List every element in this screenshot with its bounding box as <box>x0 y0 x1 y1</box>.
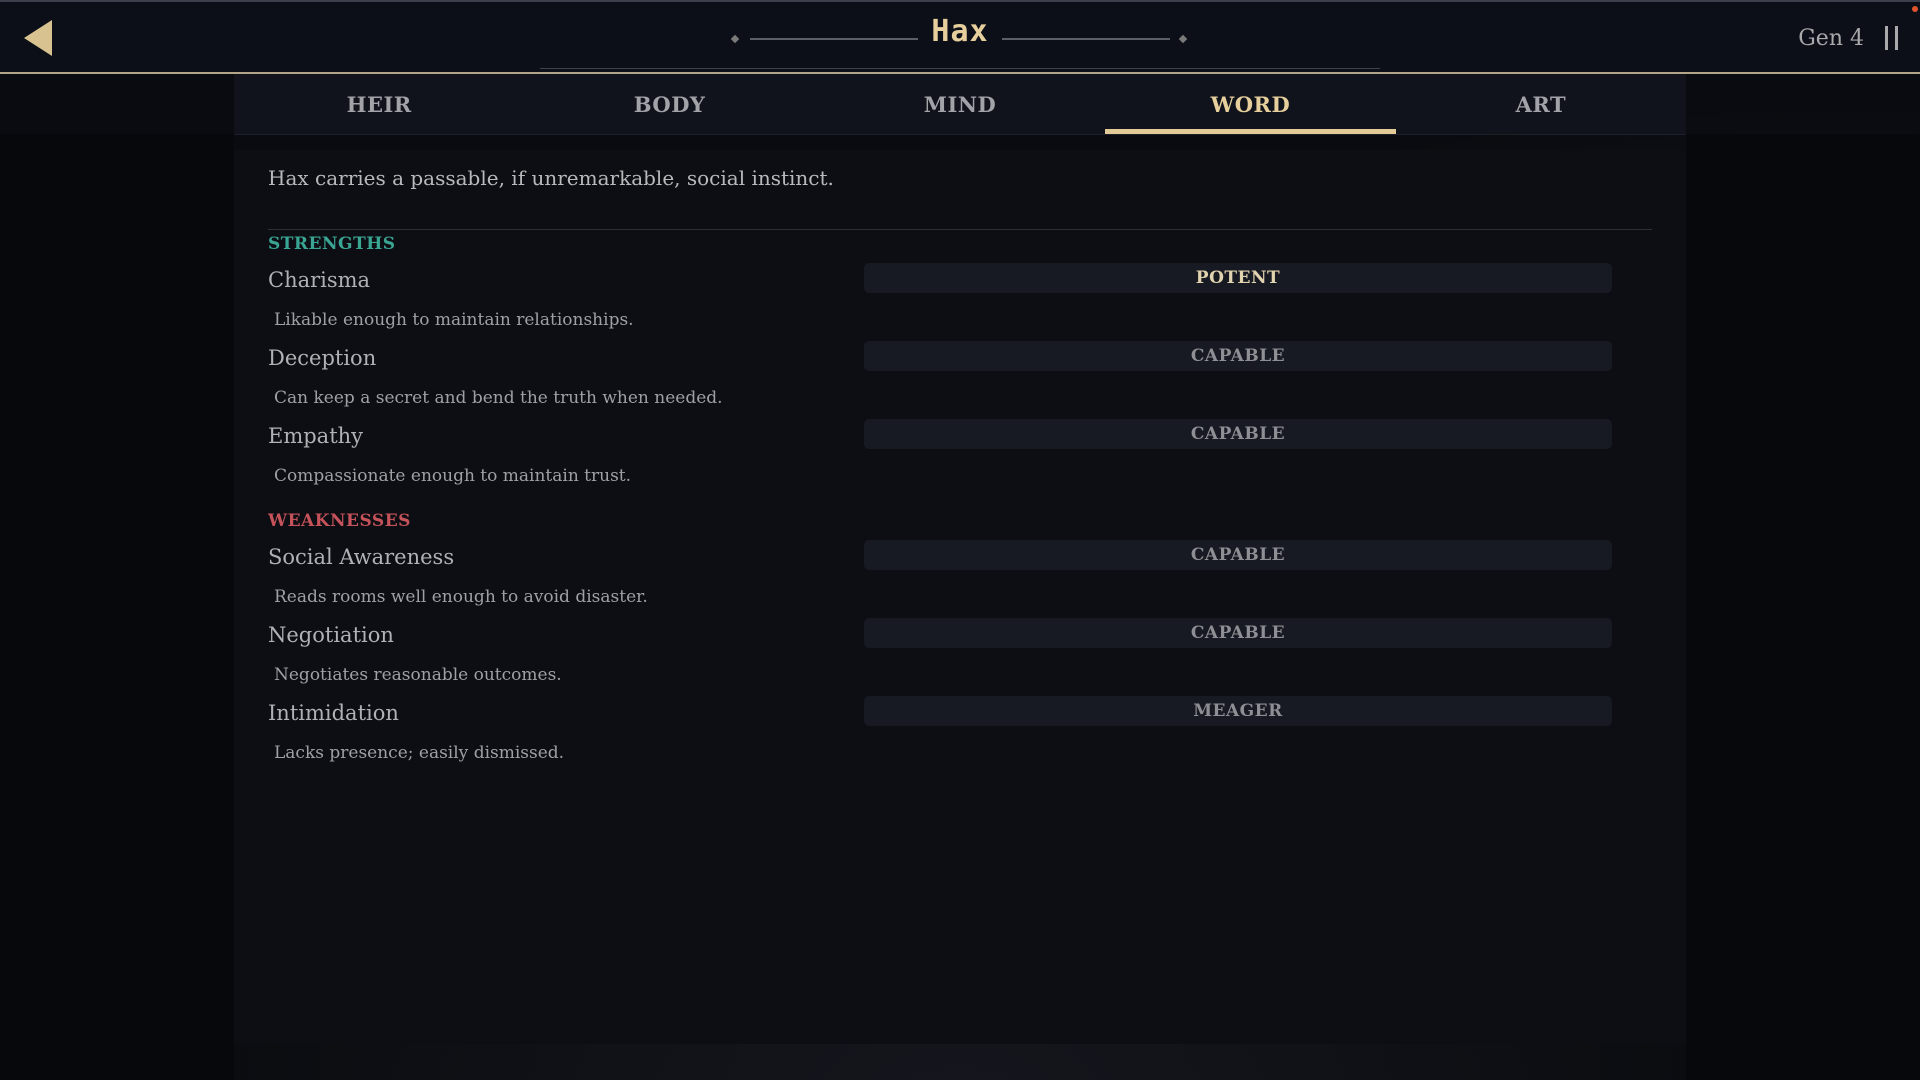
trait-description: Likable enough to maintain relationships… <box>274 310 634 330</box>
summary-text: Hax carries a passable, if unremarkable,… <box>268 166 834 190</box>
trait-rating-badge: CAPABLE <box>864 341 1612 371</box>
notification-dot <box>1912 6 1918 12</box>
divider <box>268 229 1652 230</box>
trait-name: Negotiation <box>268 623 394 647</box>
tab-heir[interactable]: HEIR <box>234 74 524 134</box>
title-underline <box>540 68 1380 69</box>
word-panel: Hax carries a passable, if unremarkable,… <box>234 150 1686 1044</box>
trait-description: Negotiates reasonable outcomes. <box>274 665 562 685</box>
tab-art[interactable]: ART <box>1396 74 1686 134</box>
tab-mind[interactable]: MIND <box>815 74 1105 134</box>
trait-rating-badge: CAPABLE <box>864 419 1612 449</box>
trait-name: Intimidation <box>268 701 399 725</box>
trait-name: Empathy <box>268 424 364 448</box>
strengths-heading: STRENGTHS <box>268 234 396 254</box>
trait-description: Compassionate enough to maintain trust. <box>274 466 632 486</box>
back-arrow-icon[interactable] <box>22 18 54 58</box>
tab-bar: HEIR BODY MIND WORD ART <box>234 74 1686 135</box>
title-banner: Hax <box>540 2 1380 72</box>
tab-word[interactable]: WORD <box>1105 74 1397 134</box>
tab-body[interactable]: BODY <box>524 74 814 134</box>
top-bar: Hax Gen 4 <box>0 0 1920 74</box>
pause-icon[interactable] <box>1882 24 1902 52</box>
trait-name: Charisma <box>268 268 371 292</box>
title-rule-right <box>1002 38 1170 40</box>
trait-name: Deception <box>268 346 377 370</box>
trait-rating-badge: POTENT <box>864 263 1612 293</box>
trait-rating-badge: MEAGER <box>864 696 1612 726</box>
trait-description: Can keep a secret and bend the truth whe… <box>274 388 723 408</box>
trait-name: Social Awareness <box>268 545 455 569</box>
trait-rating-badge: CAPABLE <box>864 618 1612 648</box>
trait-description: Reads rooms well enough to avoid disaste… <box>274 587 648 607</box>
character-name: Hax <box>931 14 989 49</box>
left-backdrop <box>0 134 234 1080</box>
right-backdrop <box>1686 134 1920 1080</box>
trait-description: Lacks presence; easily dismissed. <box>274 743 565 763</box>
trait-rating-badge: CAPABLE <box>864 540 1612 570</box>
weaknesses-heading: WEAKNESSES <box>268 511 411 531</box>
generation-label: Gen 4 <box>1798 26 1864 51</box>
